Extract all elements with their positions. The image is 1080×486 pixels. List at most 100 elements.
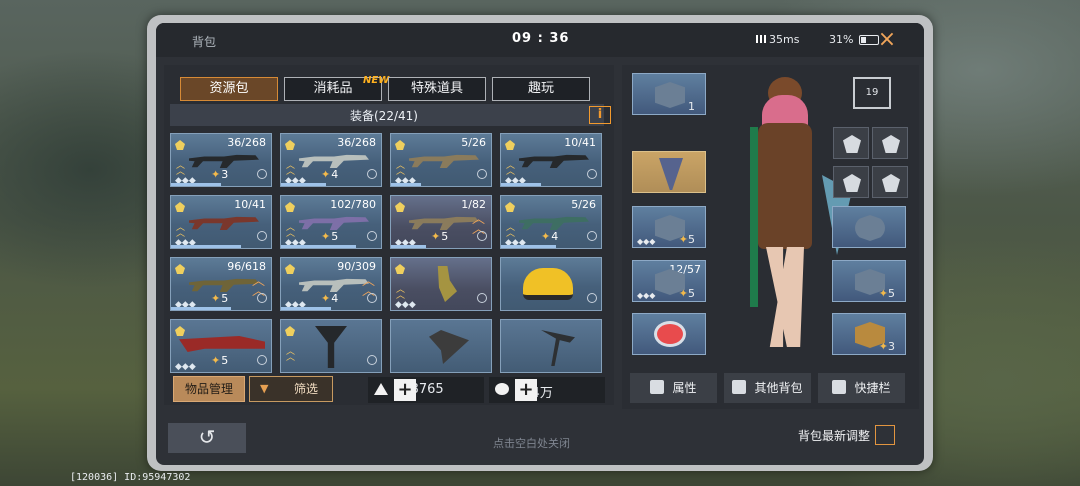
- item-card[interactable]: ︿ ︿ ◆◆◆: [390, 257, 492, 311]
- rank-icon: [175, 326, 185, 336]
- item-management-button[interactable]: 物品管理: [173, 376, 245, 402]
- item-progress: [501, 183, 541, 186]
- item-card[interactable]: 10/41 ︿ ︿ ◆◆◆: [500, 133, 602, 187]
- drone-button[interactable]: [872, 127, 908, 159]
- item-card[interactable]: 5/26 ︿ ︿ ◆◆◆ ✦4: [500, 195, 602, 249]
- item-card[interactable]: 36/268 ︿ ︿ ◆◆◆ ✦3: [170, 133, 272, 187]
- other-bags-button[interactable]: 其他背包: [724, 373, 811, 403]
- claw-icon: [437, 266, 457, 302]
- item-card[interactable]: 90/309 ︿ ︿ ◆◆◆ ✦4: [280, 257, 382, 311]
- character-body: [758, 123, 812, 249]
- outfit-button[interactable]: [833, 127, 869, 159]
- item-count: 90/309: [337, 260, 376, 273]
- equipment-slot-primary[interactable]: 12/57 ◆◆◆ ✦5: [632, 260, 706, 302]
- rank-icon: [395, 140, 405, 150]
- item-card[interactable]: 10/41 ︿ ︿ ◆◆◆: [170, 195, 272, 249]
- add-gold-button[interactable]: +: [515, 379, 537, 401]
- upgrade-chevron-icon: ︿ ︿: [176, 161, 186, 177]
- quality-dots-icon: ◆◆◆: [637, 291, 656, 300]
- attributes-button[interactable]: 属性: [630, 373, 717, 403]
- item-card[interactable]: 1/82 ︿ ︿ ◆◆◆ ✦5: [390, 195, 492, 249]
- item-card[interactable]: [390, 319, 492, 373]
- item-card[interactable]: ◆◆◆ ✦5: [170, 319, 272, 373]
- status-ring-icon: [477, 231, 487, 241]
- signal-icon: [756, 35, 766, 43]
- item-grid: 36/268 ︿ ︿ ◆◆◆ ✦3 36/268 ︿ ︿ ◆◆◆ ✦4 5/26 ︿ ︿ ◆◆◆ 10…: [170, 133, 606, 399]
- currency-gold: 644万 +: [489, 377, 605, 403]
- shortcut-icon: [832, 380, 847, 394]
- add-resource-button[interactable]: +: [394, 379, 416, 401]
- tab-special-items[interactable]: 特殊道具: [388, 77, 486, 101]
- item-progress: [281, 183, 326, 186]
- equipment-slot-tool[interactable]: ✦3: [832, 313, 906, 355]
- equipment-slot-ring[interactable]: [832, 206, 906, 248]
- pickaxe-icon: [541, 330, 575, 366]
- back-button[interactable]: ↺: [168, 423, 246, 453]
- ping-value: 35ms: [769, 33, 800, 46]
- item-card[interactable]: [500, 257, 602, 311]
- item-count: 1/82: [461, 198, 486, 211]
- rank-icon: [505, 202, 515, 212]
- tab-resources[interactable]: 资源包: [180, 77, 278, 101]
- latest-bag-update[interactable]: 背包最新调整: [798, 425, 896, 445]
- attributes-label: 属性: [672, 381, 697, 395]
- item-level: ✦4: [321, 292, 339, 305]
- status-ring-icon: [257, 293, 267, 303]
- item-card[interactable]: 96/618 ︿ ︿ ◆◆◆ ✦5: [170, 257, 272, 311]
- upgrade-chevron-icon: ︿ ︿: [396, 285, 406, 301]
- equipment-slot-head[interactable]: 1: [632, 73, 706, 115]
- axe-icon: [315, 326, 347, 368]
- latest-bag-update-label: 背包最新调整: [798, 429, 871, 443]
- close-button[interactable]: ×: [874, 27, 900, 53]
- equipment-slot-secondary[interactable]: ✦5: [832, 260, 906, 302]
- item-level: ✦4: [541, 230, 559, 243]
- item-card[interactable]: 5/26 ︿ ︿ ◆◆◆: [390, 133, 492, 187]
- item-card[interactable]: 102/780 ︿ ︿ ◆◆◆ ✦5: [280, 195, 382, 249]
- item-level: ✦5: [211, 292, 229, 305]
- tab-fun[interactable]: 趣玩: [492, 77, 590, 101]
- rank-icon: [505, 140, 515, 150]
- info-button[interactable]: i: [589, 106, 611, 124]
- status-ring-icon: [257, 169, 267, 179]
- equipment-slot-accessory[interactable]: [632, 313, 706, 355]
- other-bags-label: 其他背包: [754, 381, 803, 395]
- quality-dots-icon: ◆◆◆: [637, 237, 656, 246]
- clipboard-icon: [875, 425, 896, 445]
- helmet-icon: [655, 82, 685, 108]
- quickbar-button[interactable]: 快捷栏: [818, 373, 905, 403]
- equipment-header: 装备(22/41) i: [170, 104, 611, 126]
- rifle-icon: [299, 216, 369, 230]
- filter-icon: ▼: [260, 382, 269, 395]
- coin-icon: [495, 383, 509, 395]
- item-card[interactable]: [500, 319, 602, 373]
- quickbar-label: 快捷栏: [854, 381, 891, 395]
- rank-icon: [395, 202, 405, 212]
- bow-icon: [409, 216, 479, 230]
- item-card[interactable]: ︿ ︿: [280, 319, 382, 373]
- rank-icon: [285, 326, 295, 336]
- window-title: 背包: [192, 35, 217, 49]
- currency-resource: 168765 +: [368, 377, 484, 403]
- gem-icon: [657, 324, 683, 344]
- rifle-icon: [519, 154, 589, 168]
- tab-consumables[interactable]: 消耗品 NEW: [284, 75, 389, 101]
- filter-button[interactable]: ▼ 筛选: [249, 376, 333, 402]
- vehicle-button[interactable]: [833, 166, 869, 198]
- status-ring-icon: [257, 355, 267, 365]
- item-card[interactable]: 36/268 ︿ ︿ ◆◆◆ ✦4: [280, 133, 382, 187]
- equipment-slot-body[interactable]: ◆◆◆ ✦5: [632, 206, 706, 248]
- status-ring-icon: [367, 293, 377, 303]
- item-progress: [281, 245, 356, 248]
- status-ring-icon: [477, 293, 487, 303]
- equipment-count: 装备(22/41): [350, 109, 418, 123]
- cleaver-icon: [429, 330, 469, 364]
- equipment-slot-melee[interactable]: [632, 151, 706, 193]
- device-id: [120036] ID:95947302: [70, 472, 191, 483]
- rank-icon: [285, 140, 295, 150]
- item-progress: [281, 307, 331, 310]
- rifle-icon: [189, 278, 259, 292]
- item-count: 5/26: [571, 198, 596, 211]
- upgrade-chevron-icon: ︿ ︿: [286, 347, 296, 363]
- turret-button[interactable]: [872, 166, 908, 198]
- item-level: ✦3: [211, 168, 229, 181]
